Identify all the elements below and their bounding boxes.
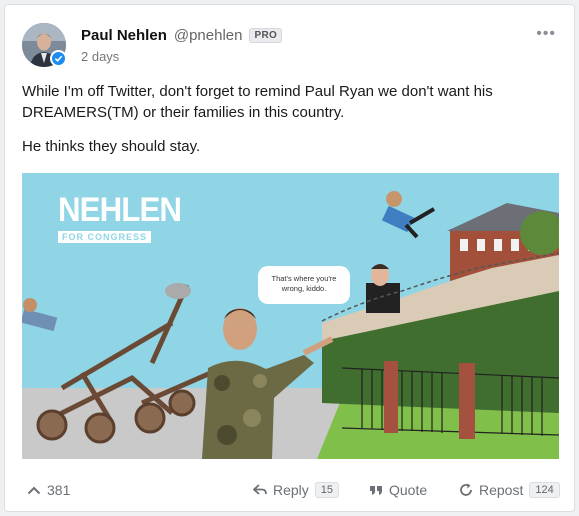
wheel-shape [36,409,68,441]
wheel-shape [168,389,196,417]
speech-line: That's where you're [271,274,337,283]
quote-button[interactable]: Quote [369,482,427,498]
quote-label: Quote [389,482,428,498]
wheel-shape [134,402,166,434]
chevron-up-icon [27,486,41,495]
post-paragraph: He thinks they should stay. [22,138,201,155]
repost-button[interactable]: Repost 124 [459,482,560,498]
reply-arrow-icon [253,484,267,495]
action-bar: 381 Reply 15 Quote Repost 124 [5,471,574,511]
repost-label: Repost [479,482,524,498]
pro-badge: PRO [249,28,283,43]
wheel-shape [84,412,116,444]
brick-pillar-shape [384,361,398,433]
verified-check-icon [50,50,67,67]
post-card: Paul Nehlen @pnehlen PRO 2 days ••• Whil… [4,4,575,512]
post-image[interactable]: NEHLEN FOR CONGRESS That's where you're … [22,173,559,459]
quote-icon [370,486,382,495]
reply-button[interactable]: Reply 15 [253,482,340,498]
post-timestamp[interactable]: 2 days [81,49,119,64]
repost-count: 124 [529,482,560,498]
reply-label: Reply [273,482,309,498]
behind-wall-man-shape [366,264,400,313]
logo-main-text: NEHLEN [58,191,182,229]
child-on-catapult-shape [22,298,58,332]
upvote-count: 381 [47,482,71,498]
logo-sub-text: FOR CONGRESS [58,231,152,243]
bucket-shape [165,283,191,299]
post-body: While I'm off Twitter, don't forget to r… [22,81,552,170]
post-paragraph: While I'm off Twitter, don't forget to r… [22,83,493,121]
brick-pillar-shape [459,363,475,439]
reply-count: 15 [314,482,340,498]
more-dots-icon[interactable]: ••• [536,25,556,43]
author-handle[interactable]: @pnehlen [174,27,243,44]
author-row: Paul Nehlen @pnehlen PRO [81,27,283,44]
speech-bubble: That's where you're wrong, kiddo. [258,266,350,304]
speech-line: wrong, kiddo. [281,284,327,293]
repost-icon [460,483,472,496]
upvote-button[interactable]: 381 [27,482,70,498]
flying-child-shape [381,191,436,239]
campaign-logo: NEHLEN FOR CONGRESS [58,193,192,245]
author-name[interactable]: Paul Nehlen [81,27,167,44]
